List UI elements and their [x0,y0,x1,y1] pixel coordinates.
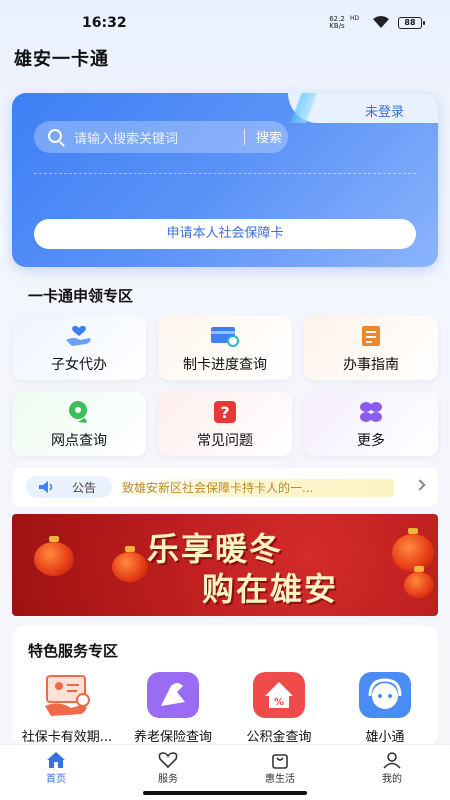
tab-services[interactable]: 服务 [112,745,224,793]
login-link[interactable]: 未登录 [365,101,404,120]
hd-label: HD [350,15,360,22]
announcement-text[interactable]: 致雄安新区社会保障卡持卡人的一... [118,479,394,497]
assistant-icon [359,672,411,718]
banner-subline: 购在雄安 [202,570,339,608]
grid-item-guide[interactable]: 办事指南 [304,316,438,380]
svg-text:?: ? [220,403,229,422]
search-button[interactable]: 搜索 [256,127,282,146]
grid-item-child-proxy[interactable]: 子女代办 [12,316,146,380]
question-icon: ? [214,401,236,423]
grid-item-label: 更多 [357,433,385,449]
status-time: 16:32 [82,15,127,31]
card-search-icon [211,327,239,347]
heart-icon [158,752,178,769]
divider [34,173,416,174]
apply-card-button[interactable]: 申请本人社会保障卡 [34,219,416,249]
hero-card: 未登录 请输入搜索关键词 搜索 申请本人社会保障卡 [12,93,438,267]
featured-item-housing-fund[interactable]: % 公积金查询 [224,672,334,745]
tab-home[interactable]: 首页 [0,745,112,793]
child-care-icon [66,325,91,346]
lantern-icon [392,528,434,572]
battery-icon: 88 [398,17,425,29]
chevron-right-icon[interactable] [414,479,426,491]
lantern-icon [112,546,148,582]
featured-item-card-validity[interactable]: 社保卡有效期... [12,672,122,745]
tab-profile[interactable]: 我的 [336,745,448,793]
wifi-icon [373,16,389,28]
featured-item-pension[interactable]: 养老保险查询 [118,672,228,745]
network-speed: 62.2 KB/s [326,16,348,30]
shopping-bag-icon [272,754,288,769]
more-icon [360,402,382,422]
promo-banner[interactable]: 乐享暖冬 购在雄安 [12,514,438,616]
profile-icon [383,752,401,769]
app-title: 雄安一卡通 [14,49,109,70]
announcement-label: 公告 [72,481,97,495]
grid-item-label: 网点查询 [51,433,107,449]
housing-fund-icon: % [253,672,305,718]
tab-label: 服务 [158,774,178,785]
grid-item-card-progress[interactable]: 制卡进度查询 [158,316,292,380]
pension-icon [147,672,199,718]
featured-item-assistant[interactable]: 雄小通 [330,672,440,745]
speaker-icon [39,481,53,493]
search-icon [48,129,62,143]
home-icon [47,752,65,768]
guide-icon [362,326,380,346]
grid-item-label: 子女代办 [51,357,107,373]
tab-life[interactable]: 惠生活 [224,745,336,793]
featured-item-label: 公积金查询 [246,730,312,745]
grid-item-label: 制卡进度查询 [183,357,267,373]
lantern-icon [34,536,74,576]
announcement-bar[interactable]: 公告 致雄安新区社会保障卡持卡人的一... [12,468,438,506]
status-bar: 16:32 62.2 KB/s HD 88 [0,0,450,44]
grid-item-label: 办事指南 [343,357,399,373]
grid-item-faq[interactable]: ? 常见问题 [158,392,292,456]
tab-label: 惠生活 [265,774,295,785]
tab-label: 我的 [382,774,402,785]
search-bar[interactable]: 请输入搜索关键词 搜索 [34,121,288,153]
network-speed-unit: KB/s [329,22,345,30]
section-title-apply: 一卡通申领专区 [28,287,134,305]
login-tab[interactable] [280,93,438,123]
featured-item-label: 社保卡有效期... [21,730,113,745]
home-indicator [143,791,307,795]
featured-item-label: 养老保险查询 [133,730,212,745]
grid-item-more[interactable]: 更多 [304,392,438,456]
search-input[interactable]: 请输入搜索关键词 [74,128,178,147]
grid-item-label: 常见问题 [197,433,253,449]
featured-item-label: 雄小通 [365,730,405,745]
announcement-tag: 公告 [26,476,112,498]
search-divider [244,129,245,145]
location-icon [69,401,87,423]
card-validity-icon [45,675,90,716]
section-title-featured: 特色服务专区 [28,642,119,660]
tab-label: 首页 [46,774,66,785]
svg-text:%: % [274,697,284,708]
lantern-icon [404,566,434,598]
grid-item-outlet-query[interactable]: 网点查询 [12,392,146,456]
